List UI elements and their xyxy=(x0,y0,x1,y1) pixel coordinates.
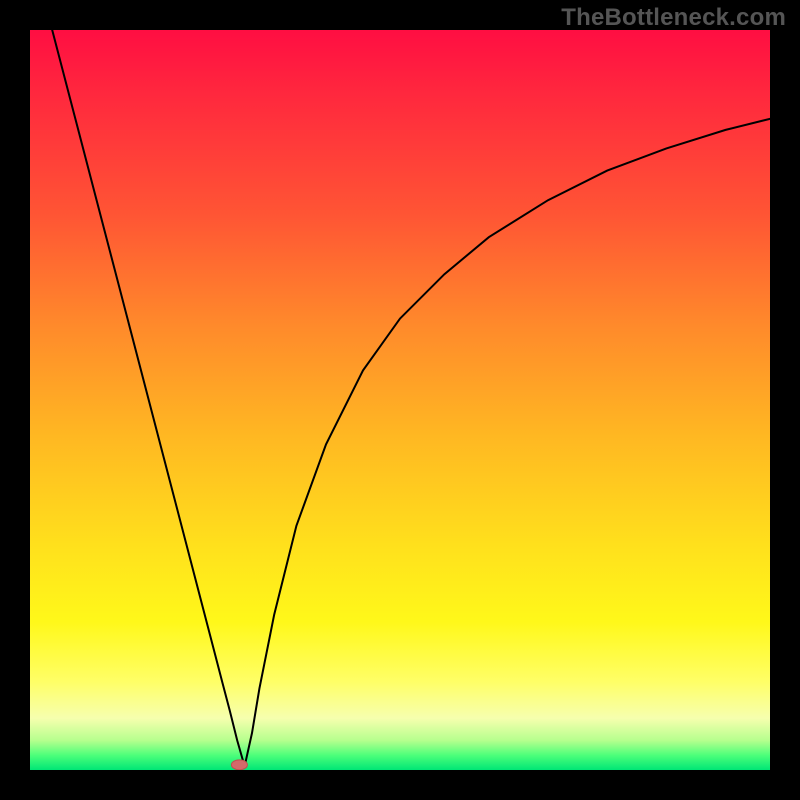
minimum-marker xyxy=(231,760,247,770)
curve-svg xyxy=(30,30,770,770)
chart-frame: TheBottleneck.com xyxy=(0,0,800,800)
watermark-text: TheBottleneck.com xyxy=(561,4,786,32)
curve-left-branch xyxy=(52,30,244,766)
plot-area xyxy=(30,30,770,770)
curve-right-branch xyxy=(245,119,770,767)
